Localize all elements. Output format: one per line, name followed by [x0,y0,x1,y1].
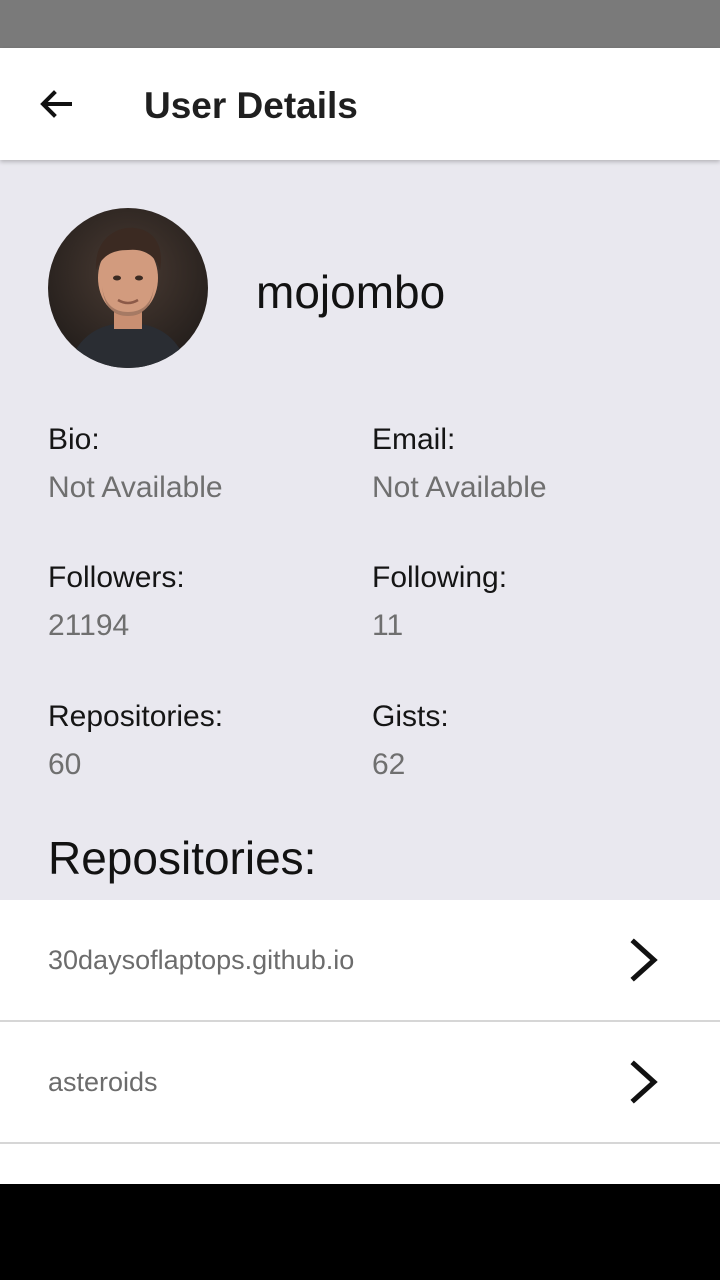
following-field: Following: 11 [372,560,672,644]
status-bar [0,0,720,48]
bio-field: Bio: Not Available [48,422,348,506]
following-label: Following: [372,561,508,594]
gists-label: Gists: [372,700,449,733]
username: mojombo [256,266,446,318]
list-item[interactable]: asteroids [0,1022,720,1144]
system-navigation-bar [0,1184,720,1280]
gists-value: 62 [372,748,406,781]
email-value: Not Available [372,471,547,504]
repository-list: 30daysoflaptops.github.io asteroids [0,900,720,1184]
repositories-field: Repositories: 60 [48,699,348,783]
followers-value: 21194 [48,609,130,642]
bio-value: Not Available [48,471,223,504]
followers-field: Followers: 21194 [48,560,348,644]
email-field: Email: Not Available [372,422,672,506]
repositories-label: Repositories: [48,700,224,733]
user-avatar [48,208,208,368]
repositories-value: 60 [48,748,82,781]
arrow-back-icon [40,90,72,118]
back-button[interactable] [24,72,88,136]
page-title: User Details [144,85,358,126]
repository-name: 30daysoflaptops.github.io [48,945,355,975]
followers-label: Followers: [48,561,185,594]
email-label: Email: [372,423,456,456]
gists-field: Gists: 62 [372,699,672,783]
bio-label: Bio: [48,423,100,456]
user-details-panel: mojombo Bio: Not Available Email: Not Av… [0,160,720,900]
repository-name: asteroids [48,1067,158,1097]
chevron-right-icon [630,938,658,982]
list-item[interactable]: 30daysoflaptops.github.io [0,900,720,1022]
app-bar: User Details [0,48,720,160]
repositories-section-title: Repositories: [48,832,317,884]
following-value: 11 [372,609,404,642]
chevron-right-icon [630,1060,658,1104]
